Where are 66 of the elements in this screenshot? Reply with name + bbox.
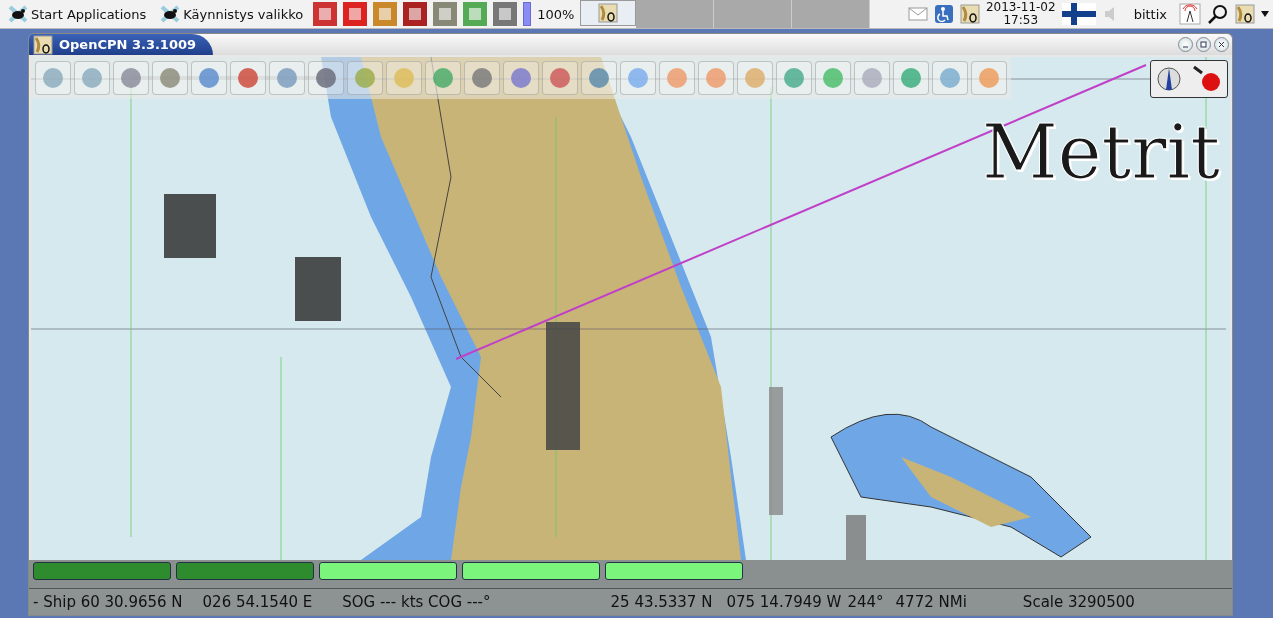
tool-button[interactable] xyxy=(932,61,968,95)
window-title: OpenCPN 3.3.1009 xyxy=(29,34,213,55)
launcher-button[interactable] xyxy=(373,2,398,26)
user-name[interactable]: bittix xyxy=(1127,6,1173,22)
accessibility-icon[interactable] xyxy=(933,4,954,24)
launcher-button[interactable] xyxy=(343,2,368,26)
tool-button[interactable] xyxy=(308,61,344,95)
tool-button[interactable] xyxy=(503,61,539,95)
task-button[interactable] xyxy=(580,0,637,26)
search-icon[interactable] xyxy=(1207,3,1229,25)
cursor-latitude: 25 43.5337 N xyxy=(610,593,713,611)
mouse-icon xyxy=(160,5,181,23)
mouse-icon xyxy=(8,5,28,23)
tool-button[interactable] xyxy=(542,61,578,95)
tool-button[interactable] xyxy=(620,61,656,95)
flag-icon[interactable] xyxy=(1061,3,1096,25)
distance: 4772 NMi xyxy=(895,593,967,611)
zoom-bar xyxy=(523,2,532,26)
maximize-icon xyxy=(1200,41,1207,48)
launcher-button[interactable] xyxy=(313,2,338,26)
tool-button[interactable] xyxy=(230,61,266,95)
tool-button[interactable] xyxy=(191,61,227,95)
close-icon xyxy=(1218,41,1225,48)
close-button[interactable] xyxy=(1214,37,1229,52)
tool-button[interactable] xyxy=(269,61,305,95)
tool-button[interactable] xyxy=(386,61,422,95)
tool-button[interactable] xyxy=(971,61,1007,95)
tool-button[interactable] xyxy=(698,61,734,95)
launcher-button[interactable] xyxy=(403,2,428,26)
tool-button[interactable] xyxy=(893,61,929,95)
launcher-button[interactable] xyxy=(493,2,518,26)
tool-button[interactable] xyxy=(74,61,110,95)
antenna-icon[interactable] xyxy=(1179,3,1201,25)
tool-button[interactable] xyxy=(425,61,461,95)
tool-button[interactable] xyxy=(464,61,500,95)
compass-panel[interactable] xyxy=(1150,60,1228,98)
clock[interactable]: 2013-11-02 17:53 xyxy=(985,1,1056,27)
chart-bar-segment[interactable] xyxy=(605,562,743,580)
tool-button[interactable] xyxy=(815,61,851,95)
tool-button[interactable] xyxy=(659,61,695,95)
tool-button[interactable] xyxy=(776,61,812,95)
bearing: 244° xyxy=(847,593,884,611)
compass-icon xyxy=(1156,66,1182,92)
ship-position: - Ship 60 30.9656 N xyxy=(33,593,183,611)
chart-bar-segment[interactable] xyxy=(319,562,457,580)
caret-icon[interactable] xyxy=(1261,11,1269,17)
tool-button[interactable] xyxy=(854,61,890,95)
chart-bar-segment[interactable] xyxy=(462,562,600,580)
tool-button[interactable] xyxy=(152,61,188,95)
zoom-label: 100% xyxy=(537,6,575,22)
speed-course: SOG --- kts COG ---° xyxy=(342,593,491,611)
tool-button[interactable] xyxy=(35,61,71,95)
chart-scale: Scale 3290500 xyxy=(1022,593,1135,611)
unit-label: Metrit xyxy=(981,109,1220,195)
launcher-button[interactable] xyxy=(433,2,458,26)
tool-button[interactable] xyxy=(113,61,149,95)
minimize-button[interactable] xyxy=(1178,37,1193,52)
menu-button[interactable]: Start Applications xyxy=(4,5,151,23)
menu-button[interactable]: Käynnistys valikko xyxy=(156,5,308,23)
ship-longitude: 026 54.1540 E xyxy=(202,593,313,611)
tool-button[interactable] xyxy=(581,61,617,95)
cursor-longitude: 075 14.7949 W xyxy=(726,593,842,611)
tool-button[interactable] xyxy=(347,61,383,95)
tool-button[interactable] xyxy=(737,61,773,95)
gps-status-icon xyxy=(1192,65,1222,93)
mail-icon[interactable] xyxy=(907,7,928,21)
